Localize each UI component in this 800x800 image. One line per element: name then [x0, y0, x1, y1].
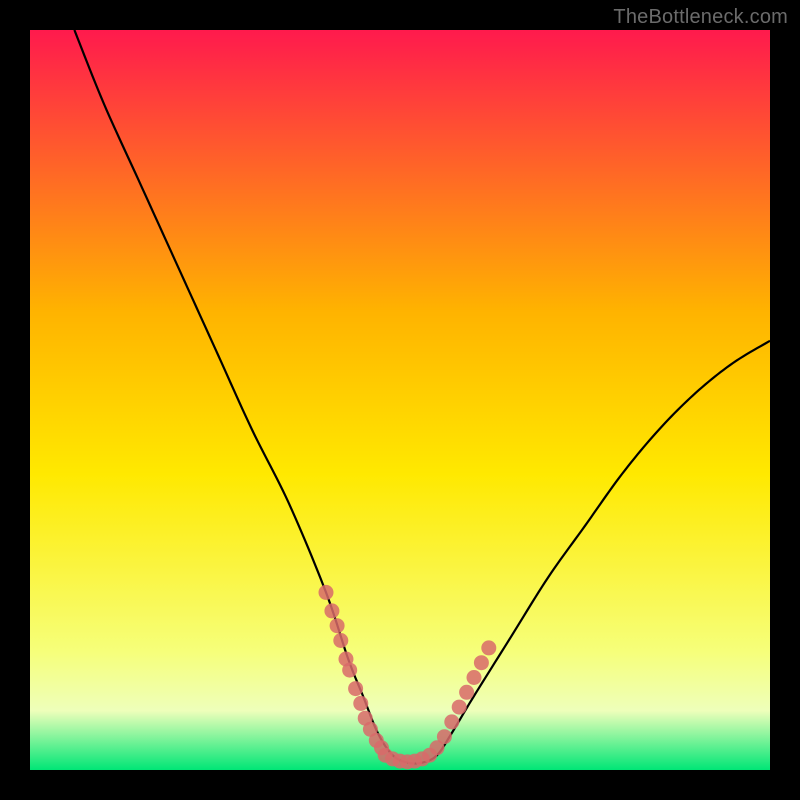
curve-dot	[452, 700, 467, 715]
curve-dot	[444, 714, 459, 729]
curve-dot	[481, 640, 496, 655]
curve-dot	[467, 670, 482, 685]
watermark-text: TheBottleneck.com	[613, 6, 788, 29]
curve-dot	[342, 663, 357, 678]
curve-dot	[333, 633, 348, 648]
curve-dot	[319, 585, 334, 600]
curve-dot	[437, 729, 452, 744]
curve-dot	[459, 685, 474, 700]
bottleneck-chart	[0, 0, 800, 800]
curve-dot	[330, 618, 345, 633]
curve-dot	[324, 603, 339, 618]
chart-frame: TheBottleneck.com	[0, 0, 800, 800]
curve-dot	[353, 696, 368, 711]
plot-background	[30, 30, 770, 770]
curve-dot	[348, 681, 363, 696]
curve-dot	[474, 655, 489, 670]
